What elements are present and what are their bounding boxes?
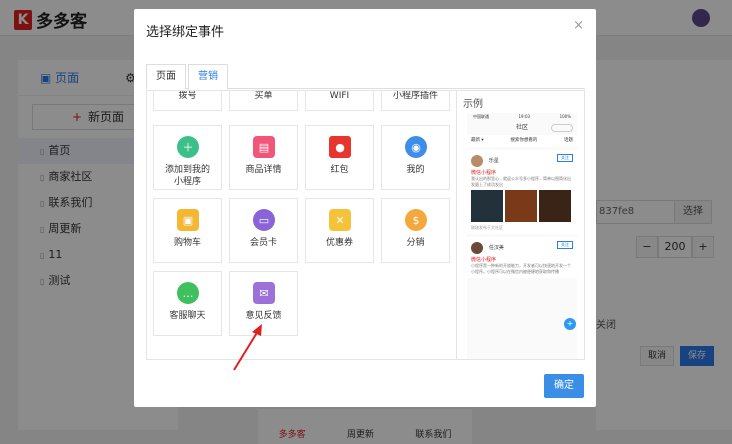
chat-icon: …: [177, 282, 199, 304]
event-label: 优惠券: [325, 238, 353, 248]
event-red-envelope[interactable]: ● 红包: [305, 125, 374, 190]
event-label: 分销: [406, 238, 425, 248]
capsule-icon: [551, 124, 573, 132]
topic-label: 话题: [563, 138, 573, 143]
event-dial[interactable]: 拨号: [153, 91, 222, 111]
event-customer-chat[interactable]: … 客服聊天: [153, 271, 222, 336]
event-label: 红包: [330, 165, 349, 175]
follow-button: 关注: [557, 241, 573, 249]
nav-bar: 社区: [467, 121, 577, 135]
post-tag: 微信小程序: [471, 170, 497, 176]
post-images: [471, 190, 573, 222]
event-add-miniprogram[interactable]: ＋ 添加到我的 小程序: [153, 125, 222, 190]
event-wifi[interactable]: WIFI: [305, 91, 374, 111]
tab-marketing[interactable]: 营销: [188, 64, 228, 90]
event-label: 商品详情: [245, 165, 282, 175]
event-label: 拨号: [178, 91, 197, 101]
avatar: [471, 241, 483, 254]
bind-event-dialog: 选择绑定事件 × 页面 营销 拨号 买单 WIFI 小程序插件 ＋ 添加到我的 …: [134, 9, 596, 407]
dialog-content: 拨号 买单 WIFI 小程序插件 ＋ 添加到我的 小程序 ▤ 商品详情 ● 红包…: [146, 90, 585, 360]
event-my[interactable]: ◉ 我的: [381, 125, 450, 190]
event-pay[interactable]: 买单: [229, 91, 298, 111]
event-feedback[interactable]: ✉ 意见反馈: [229, 271, 298, 336]
post-tag: 微信小程序: [471, 257, 497, 263]
product-detail-icon: ▤: [253, 136, 275, 158]
post-card: 乐星 关注 微信小程序 我认出的那里心，就返公众号多小程序，简单以图简化出发量上…: [467, 150, 577, 234]
event-label: 买单: [254, 91, 273, 101]
event-label: 购物车: [173, 238, 201, 248]
event-member-card[interactable]: ▭ 会员卡: [229, 198, 298, 263]
event-label: 会员卡: [249, 238, 277, 248]
sort-label: 最新 ▾: [471, 138, 484, 143]
event-coupon[interactable]: ✕ 优惠券: [305, 198, 374, 263]
cart-icon: ▣: [177, 209, 199, 231]
add-to-miniprogram-icon: ＋: [177, 136, 199, 158]
example-preview: 示例 中国联通 19:03 100% 社区 最新 ▾ 搜索你想看的 话题 乐星 …: [456, 91, 584, 359]
user-icon: ◉: [405, 136, 427, 158]
add-post-icon: +: [564, 318, 576, 330]
sort-bar: 最新 ▾ 搜索你想看的 话题: [467, 135, 577, 147]
member-card-icon: ▭: [253, 209, 275, 231]
tab-page[interactable]: 页面: [146, 64, 186, 89]
coupon-icon: ✕: [329, 209, 351, 231]
close-icon[interactable]: ×: [573, 18, 584, 33]
post-text: 小程序是一种新的开放能力，开发者可以快速地开发一个小程序。小程序可以在微信内被便…: [471, 263, 571, 274]
event-product-detail[interactable]: ▤ 商品详情: [229, 125, 298, 190]
confirm-button[interactable]: 确定: [544, 374, 584, 398]
dialog-tabs: 页面 营销: [146, 57, 585, 90]
event-label: 意见反馈: [245, 311, 282, 321]
status-bar: 中国联通 19:03 100%: [467, 113, 577, 121]
post-author: 任汉美: [488, 245, 504, 251]
post-image: [539, 190, 571, 222]
follow-button: 关注: [557, 154, 573, 162]
event-plugin[interactable]: 小程序插件: [381, 91, 450, 111]
event-cart[interactable]: ▣ 购物车: [153, 198, 222, 263]
dialog-title: 选择绑定事件: [146, 25, 225, 40]
event-distribution[interactable]: $ 分销: [381, 198, 450, 263]
event-grid: 拨号 买单 WIFI 小程序插件 ＋ 添加到我的 小程序 ▤ 商品详情 ● 红包…: [147, 91, 455, 359]
event-label: WIFI: [329, 91, 350, 101]
post-image: [505, 190, 537, 222]
carrier: 中国联通: [473, 114, 489, 119]
event-label: 我的: [406, 165, 425, 175]
red-envelope-icon: ●: [329, 136, 351, 158]
nav-title: 社区: [515, 124, 528, 131]
post-image: [471, 190, 503, 222]
event-label: 客服聊天: [169, 311, 206, 321]
clock: 19:03: [518, 114, 531, 119]
phone-mockup: 中国联通 19:03 100% 社区 最新 ▾ 搜索你想看的 话题 乐星 关注: [467, 113, 577, 359]
distribution-icon: $: [405, 209, 427, 231]
battery: 100%: [559, 114, 571, 119]
preview-label: 示例: [463, 99, 483, 110]
search-placeholder: 搜索你想看的: [510, 138, 538, 143]
event-label: 小程序插件: [392, 91, 438, 101]
post-author: 乐星: [488, 158, 499, 164]
post-card: 任汉美 关注 微信小程序 小程序是一种新的开放能力，开发者可以快速地开发一个小程…: [467, 237, 577, 278]
avatar: [471, 154, 483, 167]
post-meta: 刚刚发布于大社区: [471, 225, 503, 230]
event-label: 添加到我的 小程序: [164, 165, 210, 187]
post-text: 我认出的那里心，就返公众号多小程序，简单以图简化出发量上了成功发出: [471, 176, 571, 187]
feedback-icon: ✉: [253, 282, 275, 304]
